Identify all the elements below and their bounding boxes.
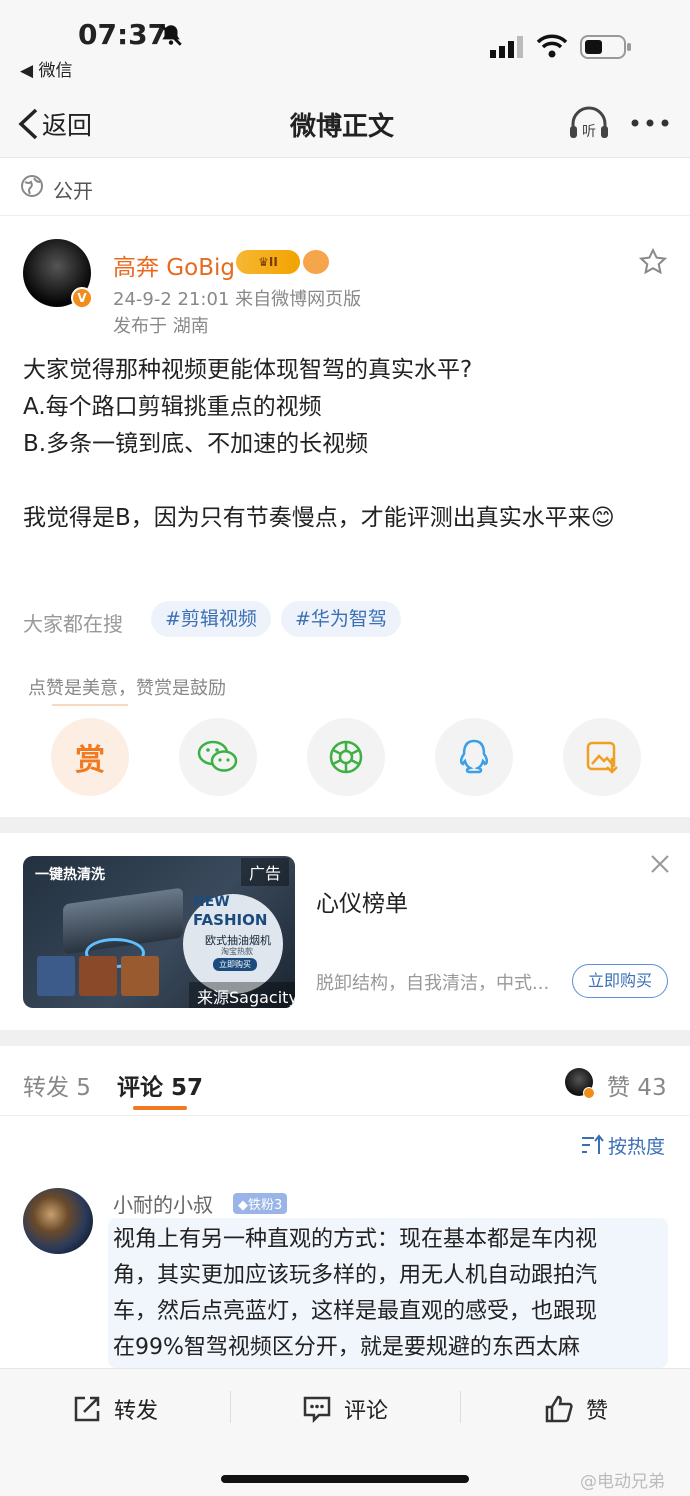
battery-icon xyxy=(580,35,631,59)
reward-hint: 点赞是美意，赞赏是鼓励 xyxy=(28,678,226,699)
tab-likes[interactable]: 赞 43 xyxy=(607,1068,667,1102)
watermark: @电动兄弟 xyxy=(580,1472,665,1492)
comment-button[interactable]: 评论 xyxy=(302,1393,388,1425)
moments-icon xyxy=(329,740,363,774)
tab-comments[interactable]: 评论 57 xyxy=(117,1068,203,1102)
post-line: A.每个路口剪辑挑重点的视频 xyxy=(23,394,322,420)
ad-title[interactable]: 心仪榜单 xyxy=(316,884,408,918)
ad-image-text: 淘宝热款 xyxy=(221,947,253,956)
post-line: 大家觉得那种视频更能体现智驾的真实水平? xyxy=(23,357,473,383)
comment-line: 在99%智驾视频区分开，就是要规避的东西太麻 xyxy=(113,1335,580,1360)
wechat-icon xyxy=(197,740,238,772)
back-button[interactable]: 返回 xyxy=(14,104,92,144)
share-wechat-button[interactable] xyxy=(179,718,257,796)
mute-bell-icon xyxy=(160,24,182,46)
close-icon[interactable] xyxy=(650,854,670,874)
qq-icon xyxy=(459,739,489,774)
ad-source: 来源Sagacity xyxy=(189,982,295,1008)
comment-line: 角，其实更加应该玩多样的，用无人机自动跟拍汽 xyxy=(113,1263,598,1288)
globe-icon xyxy=(21,175,43,197)
fan-level-badge: ◆铁粉3 xyxy=(233,1193,288,1214)
status-time: 07:37 xyxy=(78,18,168,51)
tag-chip[interactable]: #华为智驾 xyxy=(281,601,401,637)
diamond-icon: ◆ xyxy=(238,1198,248,1213)
favorite-star-icon[interactable] xyxy=(638,247,668,277)
sort-by-hot[interactable]: 按热度 xyxy=(608,1132,665,1159)
more-icon[interactable] xyxy=(630,118,670,128)
comment-icon xyxy=(303,1396,331,1424)
repost-button[interactable]: 转发 xyxy=(72,1393,158,1425)
verified-badge xyxy=(583,1087,595,1099)
visibility-row: 公开 xyxy=(0,158,690,216)
ad-image[interactable]: 一键热清洗 NEW FASHION 欧式抽油烟机 淘宝热款 立即购买 广告 来源… xyxy=(23,856,295,1008)
reward-hint-pointer xyxy=(52,704,128,706)
image-download-icon xyxy=(586,741,618,774)
crown-icon: ♛ xyxy=(258,255,269,269)
share-qq-button[interactable] xyxy=(435,718,513,796)
ad-buy-button[interactable]: 立即购买 xyxy=(572,964,668,998)
ad-image-text: NEW xyxy=(193,894,230,910)
ad-thumb xyxy=(37,956,75,996)
signal-icon xyxy=(490,36,523,58)
commenter-name[interactable]: 小耐的小叔 xyxy=(113,1189,213,1218)
bottom-action-bar: 转发 评论 赞 @电动兄弟 xyxy=(0,1368,690,1496)
author-name[interactable]: 高奔 GoBig xyxy=(113,248,235,282)
ad-thumb xyxy=(121,956,159,996)
comment-text: 视角上有另一种直观的方式：现在基本都是车内视 角，其实更加应该玩多样的，用无人机… xyxy=(113,1222,673,1366)
ad-image-text: FASHION xyxy=(193,911,268,929)
ad-label: 广告 xyxy=(241,858,290,886)
back-label: 返回 xyxy=(42,111,93,140)
post-line xyxy=(23,463,663,500)
chevron-left-icon xyxy=(18,108,38,140)
section-divider xyxy=(0,1030,690,1046)
ad-image-text: 立即购买 xyxy=(213,958,257,971)
tag-chip[interactable]: #剪辑视频 xyxy=(151,601,271,637)
wifi-icon xyxy=(536,34,568,58)
commenter-avatar[interactable] xyxy=(23,1188,93,1254)
reward-icon: 赏 xyxy=(75,743,105,778)
post-location: 发布于 湖南 xyxy=(113,316,209,337)
comment-line: 车，然后点亮蓝灯，这样是最直观的感受，也跟现 xyxy=(113,1299,598,1324)
search-label: 大家都在搜 xyxy=(23,612,123,636)
comment-line: 视角上有另一种直观的方式：现在基本都是车内视 xyxy=(113,1227,598,1252)
reward-button[interactable]: 赏 xyxy=(51,718,129,796)
post-body: 大家觉得那种视频更能体现智驾的真实水平? A.每个路口剪辑挑重点的视频 B.多条… xyxy=(23,352,663,537)
status-bar: 07:37 ◀ 微信 xyxy=(0,0,690,90)
page-title: 微博正文 xyxy=(290,112,395,142)
visibility-label: 公开 xyxy=(53,179,93,203)
ad-image-title: 一键热清洗 xyxy=(35,867,105,883)
like-button[interactable]: 赞 xyxy=(544,1393,608,1425)
tab-divider xyxy=(0,1115,690,1116)
nav-bar: 返回 微博正文 听 xyxy=(0,90,690,158)
share-moments-button[interactable] xyxy=(307,718,385,796)
fan-badge-icon[interactable] xyxy=(303,250,329,274)
verified-badge: V xyxy=(71,287,93,309)
post-line: 我觉得是B，因为只有节奏慢点，才能评测出真实水平来😊 xyxy=(23,505,615,531)
svg-text:听: 听 xyxy=(582,124,596,140)
back-to-wechat[interactable]: ◀ 微信 xyxy=(20,56,72,81)
divider xyxy=(230,1391,231,1423)
ad-thumb xyxy=(79,956,117,996)
post-meta: 24-9-2 21:01 来自微博网页版 xyxy=(113,289,362,310)
listen-icon[interactable]: 听 xyxy=(568,104,610,144)
section-divider xyxy=(0,817,690,833)
sort-icon[interactable] xyxy=(580,1134,604,1156)
ad-description: 脱卸结构，自我清洁，中式... xyxy=(316,973,550,994)
post-line: B.多条一镜到底、不加速的长视频 xyxy=(23,431,369,457)
save-image-button[interactable] xyxy=(563,718,641,796)
tab-repost[interactable]: 转发 5 xyxy=(23,1068,91,1102)
active-tab-indicator xyxy=(133,1106,187,1110)
home-indicator xyxy=(221,1475,469,1483)
member-crown-badge[interactable]: ♛ II xyxy=(236,250,300,274)
repost-icon xyxy=(74,1396,100,1422)
divider xyxy=(460,1391,461,1423)
thumbs-up-icon xyxy=(545,1395,573,1423)
